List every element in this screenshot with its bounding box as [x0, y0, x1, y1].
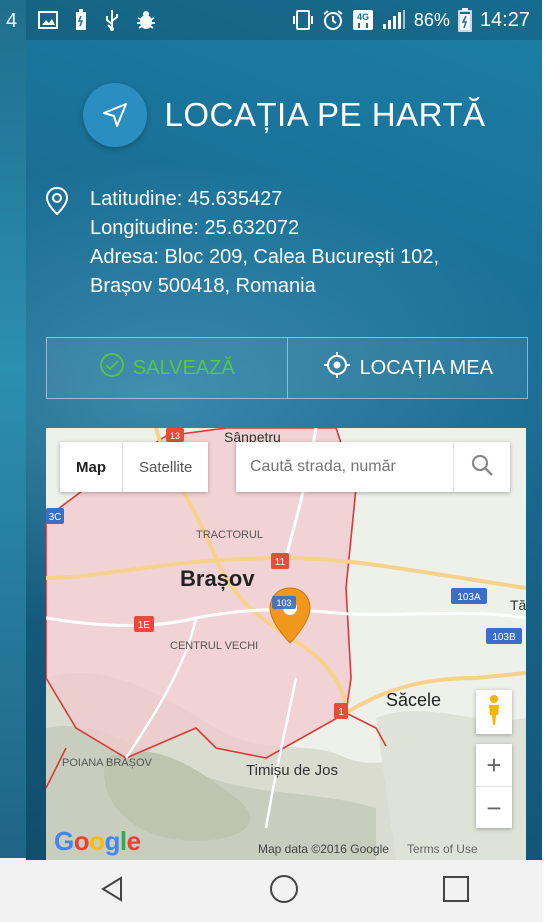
map-search-box	[236, 442, 510, 492]
my-location-button[interactable]: LOCAȚIA MEA	[288, 338, 528, 398]
label-sacele: Săcele	[386, 690, 441, 710]
peek-digit: 4	[6, 10, 18, 32]
back-triangle-icon	[97, 874, 127, 909]
back-button[interactable]	[82, 866, 142, 916]
label-brasov: Brașov	[180, 566, 255, 591]
label-poiana-brasov: POIANA BRAȘOV	[62, 757, 153, 769]
map-search-button[interactable]	[453, 442, 510, 492]
terms-of-use-link[interactable]: Terms of Use	[407, 842, 478, 856]
label-ta: Tă	[510, 597, 526, 613]
google-logo: Google	[54, 826, 141, 856]
battery-saver-icon	[74, 8, 88, 32]
my-location-label: LOCAȚIA MEA	[359, 356, 493, 379]
label-timisu-de-jos: Timișu de Jos	[246, 762, 338, 779]
system-navbar	[26, 860, 542, 922]
road-103a-label: 103A	[457, 592, 481, 603]
action-bar: SALVEAZĂ LOCAȚIA MEA	[46, 337, 528, 399]
usb-icon	[104, 8, 120, 32]
road-1-label: 1	[338, 707, 344, 718]
page-title: LOCAȚIA PE HARTĂ	[164, 96, 486, 133]
map-view[interactable]: 13 3C 11 1E 103A 103B 1 Sânpetru TRACTOR…	[46, 428, 526, 860]
map-type-satellite-button[interactable]: Satellite	[123, 442, 208, 492]
recents-square-icon	[441, 874, 471, 909]
battery-percent: 86%	[413, 9, 450, 30]
network-4g-icon: 4G	[352, 8, 374, 32]
road-11-label: 11	[275, 557, 286, 568]
road-1e-label: 1E	[138, 620, 151, 631]
network-type-label: 4G	[357, 12, 369, 22]
label-tractorul: TRACTORUL	[196, 529, 263, 541]
longitude-text: Longitudine: 25.632072	[90, 217, 300, 239]
crosshair-icon	[322, 350, 352, 386]
check-circle-icon	[99, 352, 125, 384]
street-view-pegman[interactable]	[476, 690, 512, 734]
status-bar: 4G 86% 14:27	[26, 0, 542, 40]
road-13-label: 13	[170, 431, 180, 441]
vibrate-icon	[292, 8, 314, 32]
image-icon	[38, 8, 58, 32]
save-button[interactable]: SALVEAZĂ	[47, 338, 288, 398]
navigation-arrow-icon	[82, 83, 147, 147]
zoom-out-button[interactable]: −	[476, 787, 512, 829]
map-type-map-button[interactable]: Map	[60, 442, 123, 492]
map-search-input[interactable]	[236, 457, 452, 477]
road-3c-label: 3C	[49, 512, 62, 523]
home-circle-icon	[268, 873, 300, 910]
map-canvas[interactable]: 13 3C 11 1E 103A 103B 1 Sânpetru TRACTOR…	[46, 428, 526, 860]
zoom-control: + −	[476, 744, 512, 828]
zoom-in-button[interactable]: +	[476, 744, 512, 787]
address-line-1: Adresa: Bloc 209, Calea București 102,	[90, 246, 440, 268]
map-type-control: Map Satellite	[60, 442, 209, 492]
map-data-text: Map data ©2016 Google	[258, 842, 389, 856]
home-button[interactable]	[254, 866, 314, 916]
search-icon	[470, 453, 494, 482]
previous-screen-peek: 4	[0, 0, 26, 922]
signal-icon	[382, 8, 406, 32]
pegman-icon	[485, 694, 503, 731]
recents-button[interactable]	[426, 866, 486, 916]
map-attribution: Map data ©2016 Google Terms of Use	[258, 842, 478, 856]
battery-icon	[458, 8, 472, 32]
debug-icon	[136, 8, 156, 32]
clock: 14:27	[479, 8, 530, 31]
screen-header: LOCAȚIA PE HARTĂ	[26, 80, 542, 150]
address-line-2: Brașov 500418, Romania	[90, 275, 316, 297]
peek-navbar	[0, 858, 26, 922]
pin-road-label: 103	[276, 598, 291, 608]
alarm-icon	[322, 8, 344, 32]
location-info: Latitudine: 45.635427 Longitudine: 25.63…	[45, 185, 516, 301]
label-centrul-vechi: CENTRUL VECHI	[170, 640, 258, 652]
save-label: SALVEAZĂ	[132, 356, 235, 379]
latitude-text: Latitudine: 45.635427	[90, 188, 283, 210]
road-103b-label: 103B	[492, 632, 516, 643]
app-screen: 4G 86% 14:27 LOCAȚIA PE HARTĂ Latitudine…	[26, 0, 542, 922]
location-pin-icon	[45, 186, 69, 224]
